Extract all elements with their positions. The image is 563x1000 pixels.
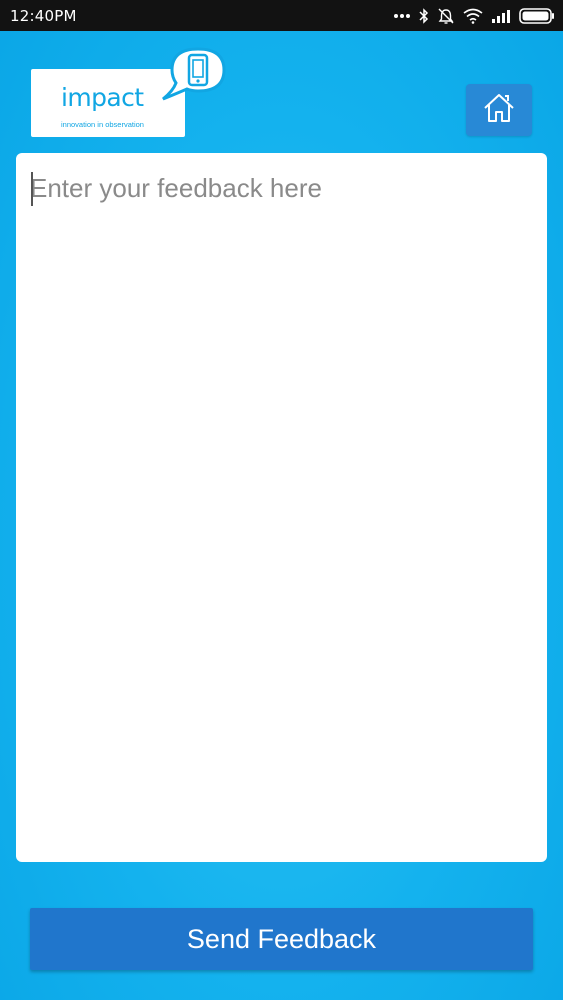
signal-icon — [491, 9, 511, 23]
send-feedback-button[interactable]: Send Feedback — [30, 908, 533, 970]
wifi-icon — [463, 8, 483, 24]
status-bar: 12:40PM — [0, 0, 563, 31]
status-time: 12:40PM — [10, 6, 77, 25]
logo-tagline: innovation in observation — [61, 120, 144, 129]
phone-speech-bubble-icon — [153, 45, 245, 108]
bluetooth-icon — [419, 7, 429, 24]
status-icons — [393, 0, 555, 31]
alarm-off-icon — [437, 7, 455, 25]
text-cursor — [31, 172, 33, 206]
feedback-input[interactable] — [16, 153, 547, 862]
battery-icon — [519, 7, 555, 24]
home-button[interactable] — [466, 84, 532, 136]
impact-logo: impact innovation in observation — [31, 45, 226, 138]
more-dots-icon — [393, 13, 411, 19]
feedback-card — [16, 153, 547, 862]
home-icon — [482, 92, 516, 129]
logo-wordmark: impact — [61, 83, 144, 112]
